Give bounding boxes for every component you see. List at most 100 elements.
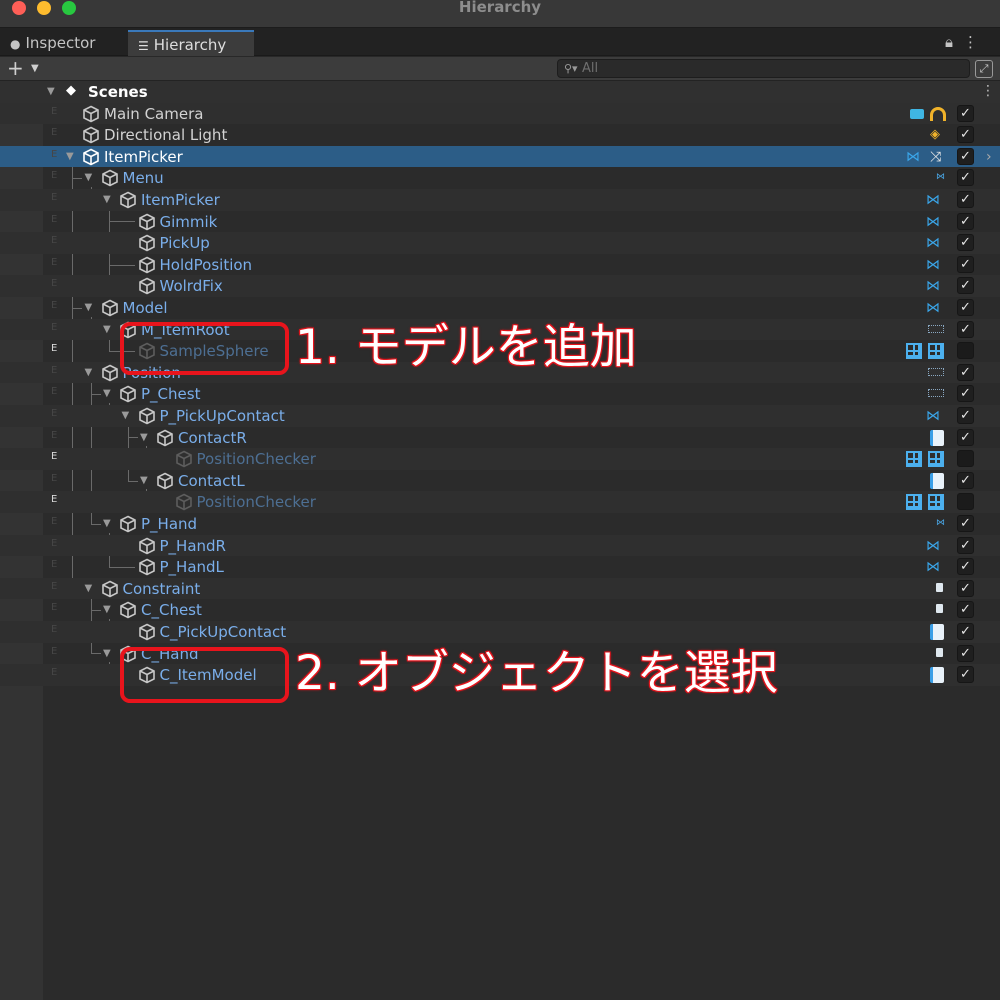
hierarchy-row[interactable]: E PositionChecker [0,448,1000,470]
active-checkbox[interactable]: ✓ [957,515,974,532]
hierarchy-row[interactable]: E P_HandR ⋈ ✓ [0,534,1000,557]
active-checkbox[interactable]: ✓ [957,234,974,252]
edit-marker: E [51,213,58,225]
active-checkbox[interactable] [957,493,974,511]
expand-arrow-icon[interactable]: ▼ [140,475,148,486]
active-checkbox[interactable]: ✓ [957,169,974,187]
hierarchy-row[interactable]: E Main Camera ✓ [0,102,1000,125]
expand-arrow-icon[interactable]: ▼ [103,604,111,615]
active-checkbox[interactable]: ✓ [957,104,974,122]
expand-arrow-icon[interactable]: ▼ [103,648,111,659]
active-checkbox[interactable] [957,342,974,360]
hierarchy-row[interactable]: E Gimmik ⋈ ✓ [0,211,1000,233]
window-titlebar: Hierarchy [0,0,1000,28]
hierarchy-row[interactable]: E ▼ Menu ⋈ ✓ [0,167,1000,189]
hierarchy-row[interactable]: E ▼ P_Chest ✓ [0,383,1000,405]
unity-logo-icon: ◆ [66,83,76,98]
tab-hierarchy-label: Hierarchy [153,36,227,54]
edit-marker: E [51,645,58,657]
gameobject-cube-icon [175,450,193,468]
scene-menu-icon[interactable]: ⋮ [981,83,995,99]
gameobject-cube-icon [138,558,156,576]
expand-arrow-icon[interactable]: ▼ [103,388,111,399]
camera-icon [910,103,928,123]
expand-arrow-icon[interactable]: ▼ [47,86,55,97]
active-checkbox[interactable]: ✓ [957,385,974,403]
active-checkbox[interactable]: ✓ [957,191,974,208]
expand-arrow-icon[interactable]: ▼ [85,583,93,594]
active-checkbox[interactable]: ✓ [957,428,974,446]
edit-marker: E [51,278,58,290]
expand-arrow-icon[interactable]: ▼ [103,194,111,205]
hierarchy-row[interactable]: E ▼ ContactR ✓ [0,427,1000,449]
window-title: Hierarchy [458,0,542,16]
constraint-icon: ⋈ [926,213,940,230]
scene-row[interactable]: ▼ ◆ Scenes ⋮ [0,81,1000,103]
hierarchy-row[interactable]: E PickUp ⋈ ✓ [0,232,1000,254]
active-checkbox[interactable]: ✓ [957,644,974,662]
hierarchy-row[interactable]: E ▼ ItemPicker ⤨ ⋈ ✓ › [0,145,1000,168]
edit-marker: E [51,256,58,268]
doc-icon [936,578,948,598]
expand-arrow-icon[interactable]: ▼ [85,367,93,378]
gameobject-cube-icon [119,515,137,533]
hierarchy-row[interactable]: E Directional Light ◈ ✓ [0,124,1000,146]
active-checkbox[interactable]: ✓ [957,558,974,576]
hierarchy-row[interactable]: E ▼ Model ⋈ ✓ [0,297,1000,319]
hierarchy-row[interactable]: E P_HandL ⋈ ✓ [0,556,1000,578]
active-checkbox[interactable]: ✓ [957,212,974,230]
expand-arrow-icon[interactable]: ▼ [140,432,148,443]
active-checkbox[interactable]: ✓ [957,126,974,144]
hierarchy-row[interactable]: E C_PickUpContact ✓ [0,621,1000,643]
gameobject-cube-icon [101,580,119,598]
edit-marker: E [51,451,58,463]
hierarchy-row[interactable]: E ▼ P_PickUpContact ⋈ ✓ [0,405,1000,427]
edit-marker: E [51,667,58,679]
active-checkbox[interactable]: ✓ [957,299,974,316]
search-input[interactable]: ⚲▾ All [557,59,970,78]
hierarchy-row[interactable]: E ▼ C_Chest ✓ [0,599,1000,621]
tab-inspector[interactable]: ● Inspector [0,30,118,56]
expand-arrow-icon[interactable]: ▼ [122,410,130,421]
active-checkbox[interactable]: ✓ [957,320,974,338]
grid-eye-icon [928,491,948,511]
expand-arrow-icon[interactable]: ▼ [103,518,111,529]
expand-arrow-icon[interactable]: ▼ [85,172,93,183]
hierarchy-row[interactable]: E ▼ P_Hand ⋈ ✓ [0,513,1000,535]
active-checkbox[interactable]: ✓ [957,407,974,424]
expand-arrow-icon[interactable]: ▼ [66,151,74,162]
hierarchy-row[interactable]: E HoldPosition ⋈ ✓ [0,254,1000,276]
active-checkbox[interactable]: ✓ [957,147,974,165]
chevron-right-icon[interactable]: › [986,149,992,165]
active-checkbox[interactable]: ✓ [957,601,974,619]
expand-arrow-icon[interactable]: ▼ [103,324,111,335]
active-checkbox[interactable]: ✓ [957,666,974,684]
script-icon [930,427,948,447]
gameobject-cube-icon [119,385,137,403]
hierarchy-row[interactable]: E ▼ Constraint ✓ [0,577,1000,600]
row-label: PickUp [159,234,210,253]
chevron-down-icon[interactable]: ▼ [31,63,39,74]
hierarchy-row[interactable]: E ▼ ItemPicker ⋈ ✓ [0,189,1000,211]
gameobject-cube-icon [138,407,156,425]
active-checkbox[interactable]: ✓ [957,277,974,295]
active-checkbox[interactable]: ✓ [957,579,974,597]
headphones-icon [930,103,948,123]
tab-hierarchy[interactable]: ☰ Hierarchy [128,30,254,56]
split-arrow-icon: ⤨ [930,148,942,165]
add-object-button[interactable]: + [7,57,24,79]
active-checkbox[interactable]: ✓ [957,363,974,381]
hierarchy-row[interactable]: E ▼ ContactL ✓ [0,470,1000,492]
expand-arrow-icon[interactable]: ▼ [85,302,93,313]
lock-icon[interactable]: 🔒︎ [945,33,963,51]
search-options-icon[interactable]: ⤢ [975,60,993,78]
more-options-icon[interactable]: ⋮ [963,33,988,51]
active-checkbox[interactable]: ✓ [957,471,974,489]
active-checkbox[interactable]: ✓ [957,536,974,554]
active-checkbox[interactable]: ✓ [957,255,974,273]
edit-marker: E [51,429,58,441]
active-checkbox[interactable]: ✓ [957,623,974,640]
hierarchy-row[interactable]: E PositionChecker [0,491,1000,513]
hierarchy-row[interactable]: E WolrdFix ⋈ ✓ [0,275,1000,297]
active-checkbox[interactable] [957,450,974,468]
